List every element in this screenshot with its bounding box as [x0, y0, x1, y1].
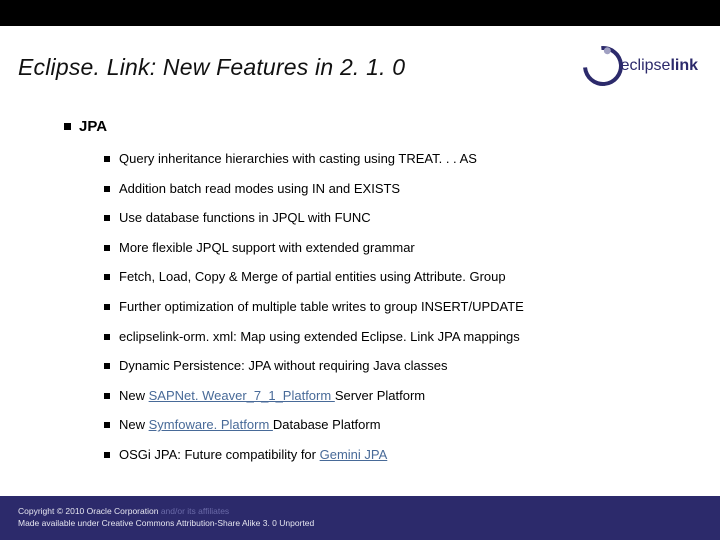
bullet-square-icon	[64, 123, 71, 130]
brand-logo-text: eclipselink	[621, 57, 698, 75]
list-item-pre: New	[119, 417, 149, 432]
list-item-link[interactable]: Symfoware. Platform	[149, 417, 273, 432]
footer-bar: Copyright © 2010 Oracle Corporation and/…	[0, 496, 720, 540]
bullet-square-icon	[104, 422, 110, 428]
section-heading-row: JPA	[64, 118, 690, 135]
list-item-text: Dynamic Persistence: JPA without requiri…	[119, 358, 448, 374]
list-item-post: Server Platform	[335, 388, 425, 403]
list-item-pre: Further optimization of multiple table w…	[119, 299, 524, 314]
slide-title: Eclipse. Link: New Features in 2. 1. 0	[18, 54, 405, 81]
list-item-text: Addition batch read modes using IN and E…	[119, 181, 400, 197]
list-item-link[interactable]: SAPNet. Weaver_7_1_Platform	[149, 388, 335, 403]
slide: Eclipse. Link: New Features in 2. 1. 0 e…	[0, 0, 720, 540]
copyright-text: Copyright © 2010 Oracle Corporation	[18, 506, 158, 516]
footer-line-2: Made available under Creative Commons At…	[18, 517, 702, 529]
content-area: JPA Query inheritance hierarchies with c…	[64, 118, 690, 477]
list-item: Addition batch read modes using IN and E…	[104, 181, 690, 197]
list-item: Dynamic Persistence: JPA without requiri…	[104, 358, 690, 374]
list-item: Fetch, Load, Copy & Merge of partial ent…	[104, 269, 690, 285]
list-item: Use database functions in JPQL with FUNC	[104, 210, 690, 226]
list-item: More flexible JPQL support with extended…	[104, 240, 690, 256]
eclipse-swirl-icon	[574, 38, 630, 94]
list-item-pre: New	[119, 388, 149, 403]
list-item-pre: Fetch, Load, Copy & Merge of partial ent…	[119, 269, 506, 284]
list-item-text: New SAPNet. Weaver_7_1_Platform Server P…	[119, 388, 425, 404]
list-item: New SAPNet. Weaver_7_1_Platform Server P…	[104, 388, 690, 404]
list-item-text: Fetch, Load, Copy & Merge of partial ent…	[119, 269, 506, 285]
bullet-square-icon	[104, 274, 110, 280]
list-item-text: More flexible JPQL support with extended…	[119, 240, 415, 256]
list-item-pre: OSGi JPA: Future compatibility for	[119, 447, 320, 462]
brand-logo: eclipselink	[583, 46, 698, 86]
bullet-square-icon	[104, 156, 110, 162]
bullet-square-icon	[104, 334, 110, 340]
list-item: Query inheritance hierarchies with casti…	[104, 151, 690, 167]
bullet-square-icon	[104, 452, 110, 458]
list-item-pre: Query inheritance hierarchies with casti…	[119, 151, 477, 166]
brand-logo-word2: link	[670, 57, 698, 74]
top-black-bar	[0, 0, 720, 26]
list-item: New Symfoware. Platform Database Platfor…	[104, 417, 690, 433]
list-item-pre: Use database functions in JPQL with FUNC	[119, 210, 371, 225]
list-item-text: Use database functions in JPQL with FUNC	[119, 210, 371, 226]
list-item: Further optimization of multiple table w…	[104, 299, 690, 315]
list-item-link[interactable]: Gemini JPA	[320, 447, 388, 462]
list-item-pre: Addition batch read modes using IN and E…	[119, 181, 400, 196]
bullet-square-icon	[104, 393, 110, 399]
bullet-list: Query inheritance hierarchies with casti…	[104, 151, 690, 463]
list-item-post: Database Platform	[273, 417, 381, 432]
list-item-pre: More flexible JPQL support with extended…	[119, 240, 415, 255]
brand-logo-word1: eclipse	[621, 57, 671, 74]
list-item-text: Query inheritance hierarchies with casti…	[119, 151, 477, 167]
list-item-pre: eclipselink-orm. xml: Map using extended…	[119, 329, 520, 344]
list-item: OSGi JPA: Future compatibility for Gemin…	[104, 447, 690, 463]
list-item-text: Further optimization of multiple table w…	[119, 299, 524, 315]
list-item-text: New Symfoware. Platform Database Platfor…	[119, 417, 381, 433]
bullet-square-icon	[104, 304, 110, 310]
bullet-square-icon	[104, 363, 110, 369]
footer-line-1: Copyright © 2010 Oracle Corporation and/…	[18, 505, 702, 517]
list-item: eclipselink-orm. xml: Map using extended…	[104, 329, 690, 345]
bullet-square-icon	[104, 186, 110, 192]
list-item-text: eclipselink-orm. xml: Map using extended…	[119, 329, 520, 345]
bullet-square-icon	[104, 215, 110, 221]
list-item-text: OSGi JPA: Future compatibility for Gemin…	[119, 447, 387, 463]
section-heading: JPA	[79, 118, 107, 135]
copyright-faded: and/or its affiliates	[158, 506, 229, 516]
bullet-square-icon	[104, 245, 110, 251]
list-item-pre: Dynamic Persistence: JPA without requiri…	[119, 358, 448, 373]
